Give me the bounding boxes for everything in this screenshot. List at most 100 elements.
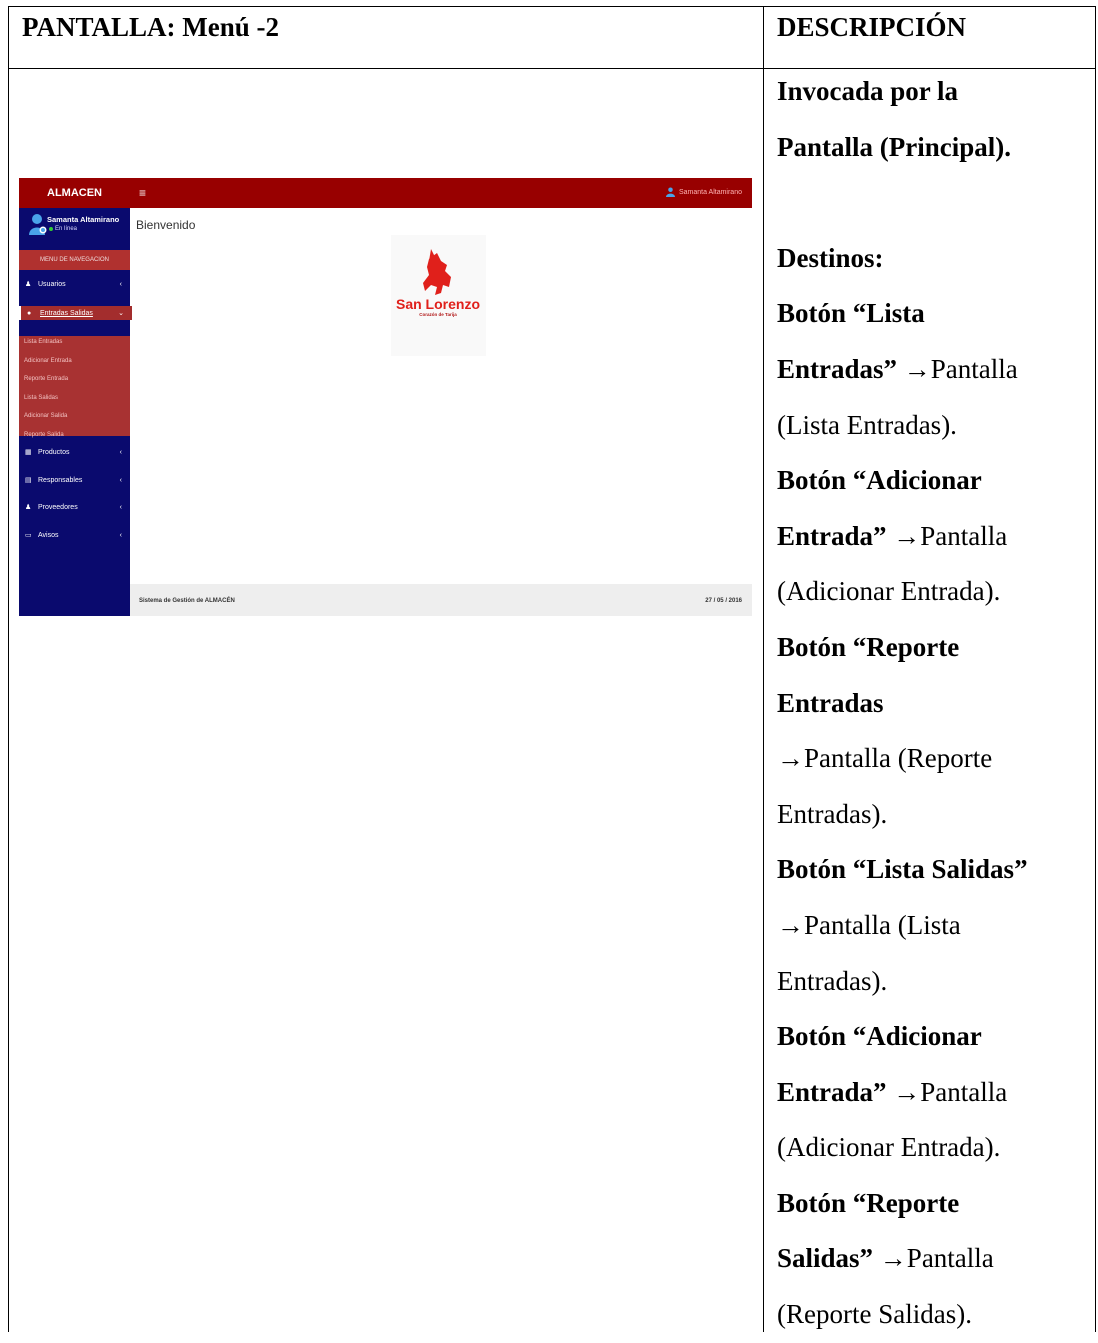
sidebar-item-label: Responsables <box>38 476 83 484</box>
left-column-header: PANTALLA: Menú -2 <box>22 12 279 42</box>
laptop-icon: ▭ <box>25 532 32 539</box>
submenu-item[interactable]: Adicionar Entrada <box>24 358 72 364</box>
description-line <box>777 175 1095 231</box>
menu-toggle-icon[interactable]: ≡ <box>139 186 146 200</box>
description-segment: Botón “Lista Salidas” <box>777 854 1028 885</box>
description-line: Entradas <box>777 676 1095 732</box>
table-top-border <box>8 6 1096 7</box>
description-line: Botón “Adicionar <box>777 1009 1095 1065</box>
description-segment: Entradas <box>777 687 884 718</box>
user-name: Samanta Altamirano <box>47 215 120 224</box>
description-segment: →Pantalla (Reporte <box>777 743 993 774</box>
chevron-left-icon: ‹ <box>119 503 122 511</box>
right-column-header: DESCRIPCIÓN <box>777 12 967 42</box>
sidebar-item-entradas-salidas[interactable]: ● Entradas Salidas ⌄ <box>19 306 132 320</box>
description-line: Botón “Lista <box>777 286 1095 342</box>
card-icon: ▤ <box>25 477 32 484</box>
table-left-border <box>8 6 9 1332</box>
description-line: (Adicionar Entrada). <box>777 1120 1095 1176</box>
description-segment: →Pantalla <box>893 1076 1008 1107</box>
description-segment: Entradas” <box>777 353 904 384</box>
sidebar-item-productos[interactable]: ▦ Productos ‹ <box>19 445 130 459</box>
san-lorenzo-logo: San Lorenzo Corazón de Tarija <box>391 235 486 356</box>
app-brand[interactable]: ALMACEN <box>19 178 130 208</box>
user-icon <box>665 187 675 197</box>
table-right-border <box>1095 6 1096 1332</box>
user-status: En línea <box>48 226 78 232</box>
description-line: Entrada” →Pantalla <box>777 509 1095 565</box>
description-segment: Botón “Reporte <box>777 631 960 662</box>
footer-system-name: Sistema de Gestión de ALMACÉN <box>139 598 235 604</box>
user-panel: Samanta Altamirano En línea <box>19 208 130 248</box>
sidebar-item-label: Avisos <box>38 531 59 539</box>
sidebar-item-responsables[interactable]: ▤ Responsables ‹ <box>19 473 130 487</box>
description-segment: →Pantalla <box>903 353 1018 384</box>
description-line: Botón “Lista Salidas” <box>777 842 1095 898</box>
description-line: Invocada por la <box>777 76 959 106</box>
submenu-item[interactable]: Reporte Entrada <box>24 376 68 382</box>
description-segment: (Adicionar Entrada). <box>777 1132 1001 1163</box>
chevron-down-icon: ⌄ <box>118 310 124 317</box>
description-segment: Entradas). <box>777 798 888 829</box>
app-footer: Sistema de Gestión de ALMACÉN 27 / 05 / … <box>130 584 752 616</box>
description-segment: (Reporte Salidas). <box>777 1299 972 1330</box>
sidebar-item-avisos[interactable]: ▭ Avisos ‹ <box>19 528 130 542</box>
description-line: Botón “Reporte <box>777 620 1095 676</box>
description-segment: Botón “Adicionar <box>777 1021 982 1052</box>
chevron-left-icon: ‹ <box>119 448 122 456</box>
document-table: PANTALLA: Menú -2 DESCRIPCIÓN Invocada p… <box>0 0 1098 1332</box>
sidebar-item-label: Productos <box>38 448 70 456</box>
sidebar-item-proveedores[interactable]: ♟ Proveedores ‹ <box>19 500 130 514</box>
sidebar-item-label: Usuarios <box>38 280 66 288</box>
chevron-left-icon: ‹ <box>119 476 122 484</box>
app-screenshot: ALMACEN ≡ Samanta Altamirano Samanta Alt… <box>19 178 752 616</box>
description-line: Entradas). <box>777 787 1095 843</box>
description-line: Salidas” →Pantalla <box>777 1231 1095 1287</box>
description-segment: Salidas” <box>777 1243 880 1274</box>
description-line: Botón “Adicionar <box>777 453 1095 509</box>
description-segment: Botón “Lista <box>777 298 925 329</box>
submenu-item[interactable]: Adicionar Salida <box>24 413 67 419</box>
description-segment: Entrada” <box>777 1076 894 1107</box>
description-text: Invocada por la Pantalla (Principal). Des… <box>777 64 1095 1343</box>
table-column-divider <box>763 6 764 1332</box>
description-segment: (Lista Entradas). <box>777 409 957 440</box>
welcome-text: Bienvenido <box>136 218 196 232</box>
top-user-name: Samanta Altamirano <box>678 188 742 196</box>
description-line: →Pantalla (Lista <box>777 898 1095 954</box>
circle-icon: ● <box>27 309 32 317</box>
description-line: Entrada” →Pantalla <box>777 1065 1095 1121</box>
logo-image: San Lorenzo Corazón de Tarija <box>396 249 480 317</box>
submenu-entradas-salidas: Lista Entradas Adicionar Entrada Reporte E… <box>19 336 130 438</box>
user-icon: ♟ <box>25 504 32 511</box>
table-icon: ▦ <box>25 449 32 456</box>
submenu-item[interactable]: Lista Salidas <box>24 395 58 401</box>
sidebar-item-usuarios[interactable]: ♟ Usuarios ‹ <box>19 277 130 291</box>
footer-date: 27 / 05 / 2016 <box>705 598 742 604</box>
sidebar: Samanta Altamirano En línea MENU DE NAVE… <box>19 208 132 616</box>
description-line: Destinos: <box>777 242 884 273</box>
submenu-item[interactable]: Lista Entradas <box>24 339 62 345</box>
chevron-left-icon: ‹ <box>119 280 122 288</box>
description-segment: →Pantalla <box>879 1243 994 1274</box>
description-line: Pantalla (Principal). <box>777 131 1011 162</box>
description-segment: Entradas). <box>777 965 888 996</box>
avatar <box>29 214 47 235</box>
description-line: Entradas). <box>777 954 1095 1010</box>
description-segment: Entrada” <box>777 520 894 551</box>
top-user-menu[interactable]: Samanta Altamirano <box>665 187 742 197</box>
description-line: Botón “Reporte <box>777 1176 1095 1232</box>
logo-subtext: Corazón de Tarija <box>419 312 457 317</box>
description-line: →Pantalla (Reporte <box>777 731 1095 787</box>
user-icon: ♟ <box>25 281 32 288</box>
description-segment: (Adicionar Entrada). <box>777 576 1001 607</box>
description-segment: →Pantalla (Lista <box>777 909 961 940</box>
description-line: (Lista Entradas). <box>777 398 1095 454</box>
description-segment: Botón “Adicionar <box>777 465 982 496</box>
logo-text: San Lorenzo <box>396 296 480 312</box>
description-segment: Botón “Reporte <box>777 1187 960 1218</box>
chevron-left-icon: ‹ <box>119 531 122 539</box>
sidebar-item-label: Proveedores <box>38 503 78 511</box>
description-line: (Reporte Salidas). <box>777 1287 1095 1343</box>
submenu-item[interactable]: Reporte Salida <box>24 432 64 438</box>
